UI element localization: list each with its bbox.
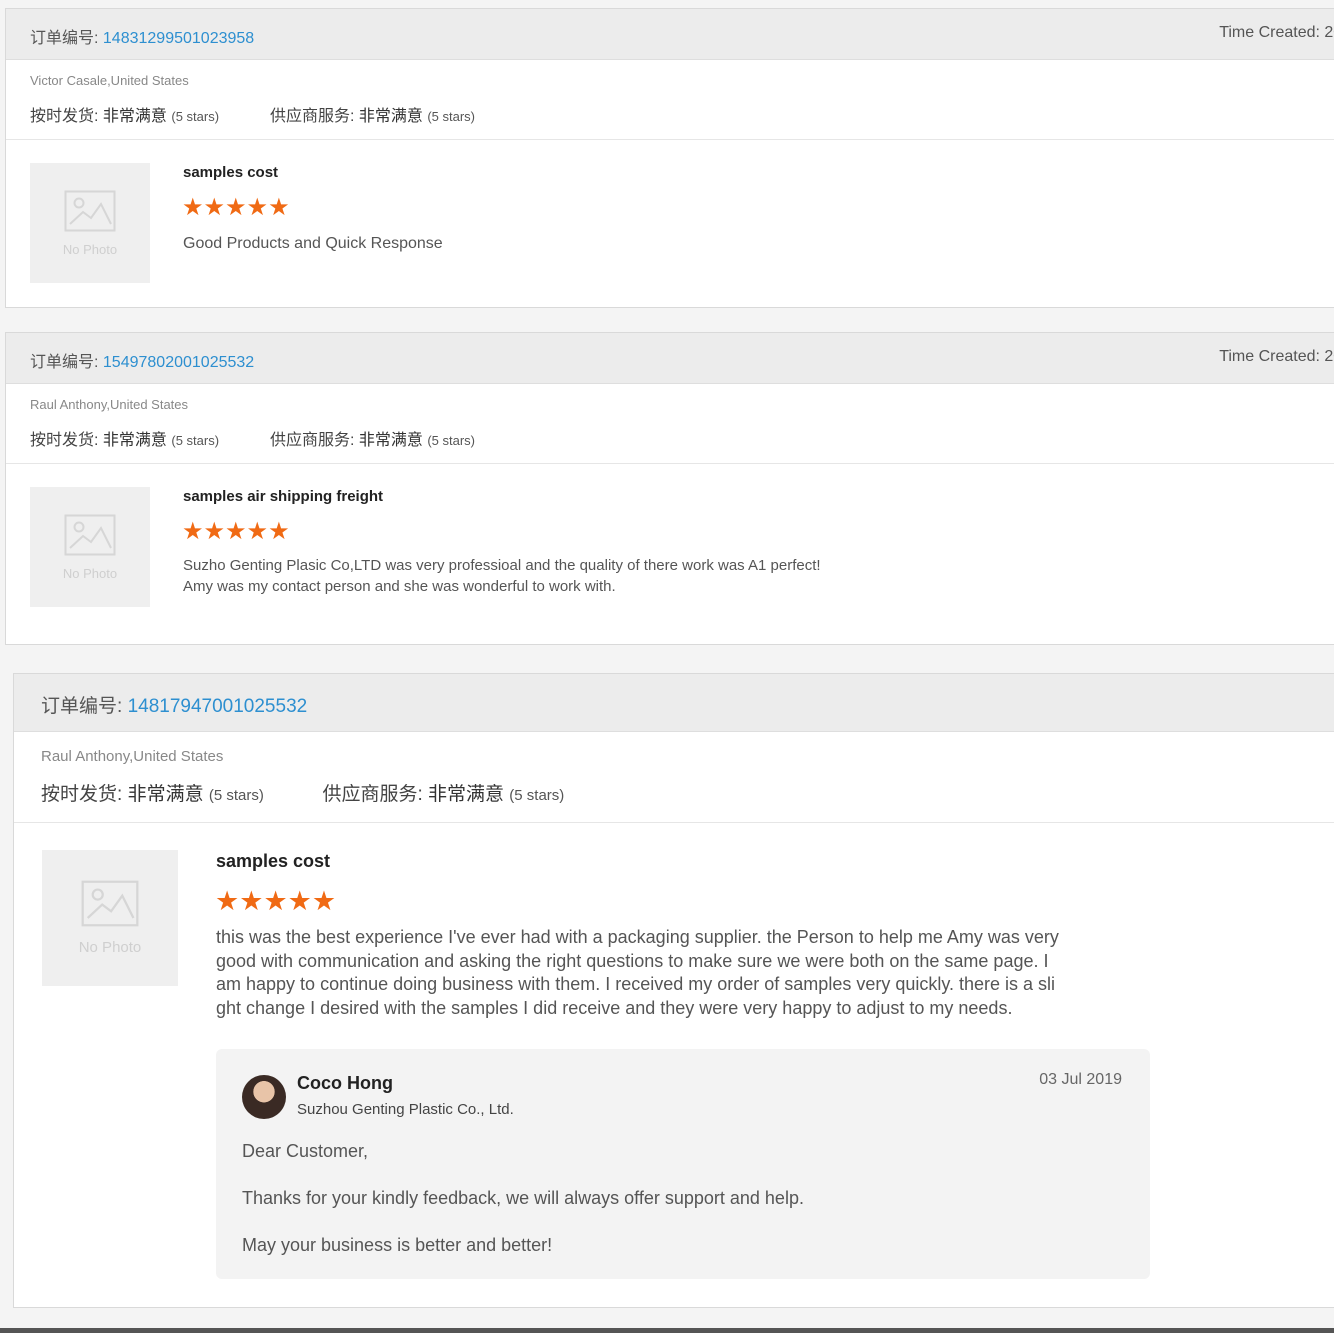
review-card-3: 订单编号: 14817947001025532 Raul Anthony,Uni… xyxy=(13,673,1334,1308)
reply-closing: May your business is better and better! xyxy=(242,1235,553,1255)
order-number-link[interactable]: 15497802001025532 xyxy=(103,354,254,371)
review-line: ght change I desired with the samples I … xyxy=(216,997,1013,1018)
order-number-link[interactable]: 14831299501023958 xyxy=(103,30,254,47)
reply-date: 03 Jul 2019 xyxy=(1039,1071,1122,1088)
service-label: 供应商服务: xyxy=(269,432,355,449)
review-line: this was the best experience I've ever h… xyxy=(216,927,1059,947)
review-line: good with communication and asking the r… xyxy=(216,950,1049,971)
service-stars: (5 stars) xyxy=(427,109,475,124)
product-name: samples air shipping freight xyxy=(183,488,384,505)
review-text: Suzho Genting Plasic Co,LTD was very pro… xyxy=(183,555,821,597)
star-icon: ★ xyxy=(215,886,240,916)
no-photo-text: No Photo xyxy=(78,939,142,956)
product-name: samples cost xyxy=(216,851,331,871)
review-line: am happy to continue doing business with… xyxy=(216,974,1056,994)
ontime-stars: (5 stars) xyxy=(171,109,220,124)
review-line: Amy was my contact person and she was wo… xyxy=(183,578,616,595)
ontime-value: 非常满意 xyxy=(102,108,167,125)
review-line: Suzho Genting Plasic Co,LTD was very pro… xyxy=(183,557,821,574)
time-created: Time Created: 2019 xyxy=(1219,348,1334,365)
product-thumbnail[interactable]: No Photo xyxy=(42,850,178,986)
star-icon: ★ xyxy=(263,886,288,916)
star-icon: ★ xyxy=(287,886,312,916)
ontime-stars: (5 stars) xyxy=(171,433,220,448)
service-value: 非常满意 xyxy=(358,432,423,449)
star-icon: ★ xyxy=(203,518,226,545)
star-icon: ★ xyxy=(268,194,290,221)
service-stars: (5 stars) xyxy=(509,787,565,804)
star-icon: ★ xyxy=(246,518,269,545)
product-thumbnail[interactable]: No Photo xyxy=(30,163,150,283)
no-photo-text: No Photo xyxy=(62,241,118,257)
supplier-reply: Coco Hong Suzhou Genting Plastic Co., Lt… xyxy=(216,1049,1150,1279)
star-rating: ★★★★★ xyxy=(182,195,290,221)
time-created: Time Created: 2019 xyxy=(1219,24,1334,41)
bottom-edge xyxy=(0,1328,1334,1333)
star-icon: ★ xyxy=(182,518,204,545)
order-number-link[interactable]: 14817947001025532 xyxy=(128,696,308,717)
reply-author-name: Coco Hong xyxy=(297,1073,393,1093)
divider xyxy=(14,822,1334,823)
avatar xyxy=(242,1075,286,1119)
review-text: Good Products and Quick Response xyxy=(183,233,443,254)
review-card-1: 订单编号: 14831299501023958 Time Created: 20… xyxy=(5,8,1334,308)
product-name: samples cost xyxy=(183,164,279,181)
order-label: 订单编号: xyxy=(30,354,99,371)
review-header: 订单编号: 15497802001025532 Time Created: 20… xyxy=(6,333,1334,384)
buyer-name: Victor Casale,United States xyxy=(30,73,189,88)
star-icon: ★ xyxy=(239,886,264,916)
service-value: 非常满意 xyxy=(358,108,423,125)
reply-greeting: Dear Customer, xyxy=(242,1141,369,1161)
rating-summary: 按时发货: 非常满意 (5 stars) 供应商服务: 非常满意 (5 star… xyxy=(41,779,564,806)
star-icon: ★ xyxy=(311,886,337,916)
star-icon: ★ xyxy=(203,194,226,221)
rating-summary: 按时发货: 非常满意 (5 stars) 供应商服务: 非常满意 (5 star… xyxy=(30,102,475,126)
ontime-stars: (5 stars) xyxy=(208,787,264,804)
review-header: 订单编号: 14817947001025532 xyxy=(14,674,1334,732)
image-placeholder-icon xyxy=(64,514,116,555)
star-icon: ★ xyxy=(182,194,204,221)
order-label: 订单编号: xyxy=(30,30,99,47)
ontime-label: 按时发货: xyxy=(41,784,123,805)
ontime-value: 非常满意 xyxy=(127,784,204,805)
service-label: 供应商服务: xyxy=(322,784,423,805)
product-thumbnail[interactable]: No Photo xyxy=(30,487,150,607)
star-icon: ★ xyxy=(268,518,290,545)
buyer-name: Raul Anthony,United States xyxy=(30,397,189,412)
ontime-label: 按时发货: xyxy=(30,108,99,125)
star-rating: ★★★★★ xyxy=(215,886,336,916)
reply-body: Thanks for your kindly feedback, we will… xyxy=(242,1188,804,1208)
ontime-value: 非常满意 xyxy=(102,432,167,449)
image-placeholder-icon xyxy=(64,190,116,231)
rating-summary: 按时发货: 非常满意 (5 stars) 供应商服务: 非常满意 (5 star… xyxy=(30,426,475,450)
star-icon: ★ xyxy=(246,194,269,221)
review-card-2: 订单编号: 15497802001025532 Time Created: 20… xyxy=(5,332,1334,645)
service-stars: (5 stars) xyxy=(427,433,475,448)
review-header: 订单编号: 14831299501023958 Time Created: 20… xyxy=(6,9,1334,60)
order-label: 订单编号: xyxy=(41,696,123,717)
star-icon: ★ xyxy=(225,194,247,221)
divider xyxy=(6,139,1334,140)
divider xyxy=(6,463,1334,464)
reply-company: Suzhou Genting Plastic Co., Ltd. xyxy=(297,1101,514,1118)
star-icon: ★ xyxy=(225,518,247,545)
image-placeholder-icon xyxy=(81,880,139,927)
ontime-label: 按时发货: xyxy=(30,432,99,449)
service-label: 供应商服务: xyxy=(269,108,355,125)
review-text: this was the best experience I've ever h… xyxy=(216,926,1059,1020)
service-value: 非常满意 xyxy=(428,784,505,805)
review-line: Good Products and Quick Response xyxy=(183,235,443,252)
buyer-name: Raul Anthony,United States xyxy=(41,748,224,765)
star-rating: ★★★★★ xyxy=(182,519,290,545)
no-photo-text: No Photo xyxy=(62,565,118,581)
